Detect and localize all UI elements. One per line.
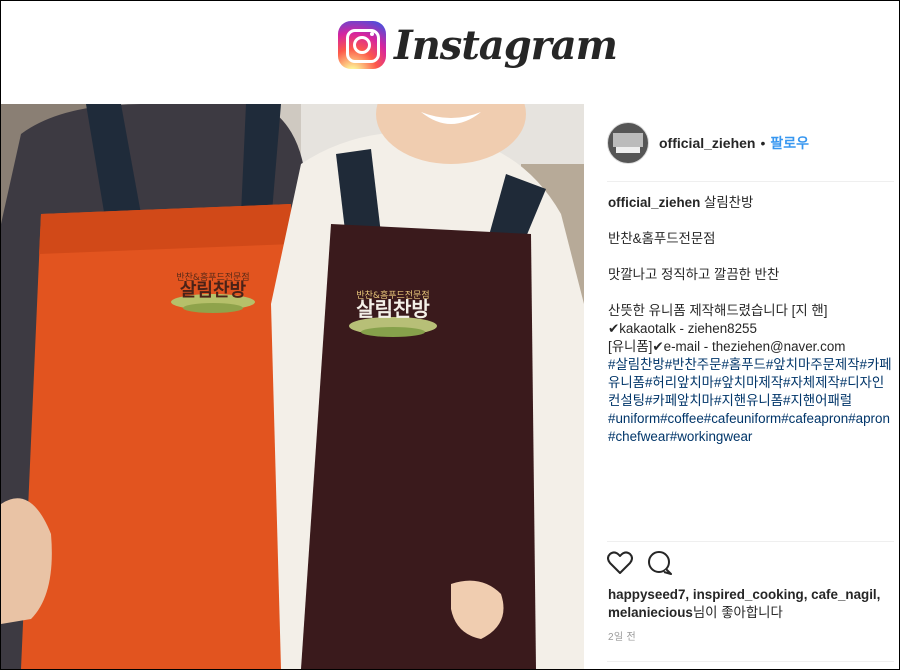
post-header: official_ziehen • 팔로우: [607, 122, 809, 164]
caption-first-line: 살림찬방: [704, 195, 754, 210]
caption-line: 산뜻한 유니폼 제작해드렸습니다 [지 핸]: [608, 303, 828, 318]
hashtags-korean[interactable]: #살림찬방#반찬주문#홈푸드#앞치마주문제작#카페유니폼#허리앞치마#앞치마제작…: [608, 356, 894, 410]
caption-line: [유니폼]✔e-mail - theziehen@naver.com: [608, 339, 846, 354]
post-window: Instagram 반찬&홈푸드전문점 살림찬방 반찬&홈푸드전문점 살림찬방 …: [0, 0, 900, 670]
instagram-wordmark: Instagram: [394, 21, 618, 69]
likes-summary: happyseed7, inspired_cooking, cafe_nagil…: [608, 586, 898, 622]
bottom-divider: [607, 661, 894, 662]
post-caption: official_ziehen 살림찬방 반찬&홈푸드전문점 맛깔나고 정직하고…: [608, 194, 894, 446]
caption-line: ✔kakaotalk - ziehen8255: [608, 321, 757, 336]
apron-right-text: 살림찬방: [356, 297, 430, 321]
header-divider: [607, 181, 894, 182]
post-photo[interactable]: 반찬&홈푸드전문점 살림찬방 반찬&홈푸드전문점 살림찬방: [1, 104, 584, 669]
comment-icon[interactable]: [647, 551, 673, 575]
post-photo-image: 반찬&홈푸드전문점 살림찬방 반찬&홈푸드전문점 살림찬방: [1, 104, 584, 669]
instagram-camera-icon: [338, 21, 386, 69]
apron-left-text: 살림찬방: [180, 280, 247, 301]
avatar[interactable]: [607, 122, 649, 164]
caption-line: 반찬&홈푸드전문점: [608, 231, 716, 246]
post-detail-panel: official_ziehen • 팔로우 official_ziehen 살림…: [584, 104, 899, 669]
caption-username[interactable]: official_ziehen: [608, 195, 700, 210]
hashtags-english[interactable]: #uniform#coffee#cafeuniform#cafeapron#ap…: [608, 410, 894, 446]
caption-line: 맛깔나고 정직하고 깔끔한 반찬: [608, 267, 780, 282]
post-actions: [607, 551, 673, 575]
header-bar: Instagram: [1, 1, 899, 104]
post-username[interactable]: official_ziehen: [659, 135, 755, 151]
separator-dot: •: [760, 135, 766, 151]
likes-suffix: 님이 좋아합니다: [692, 605, 783, 620]
follow-button[interactable]: 팔로우: [770, 133, 809, 153]
heart-icon[interactable]: [607, 551, 633, 575]
instagram-logo[interactable]: Instagram: [338, 21, 618, 69]
post-timestamp[interactable]: 2일 전: [608, 628, 636, 643]
actions-divider: [607, 541, 894, 542]
